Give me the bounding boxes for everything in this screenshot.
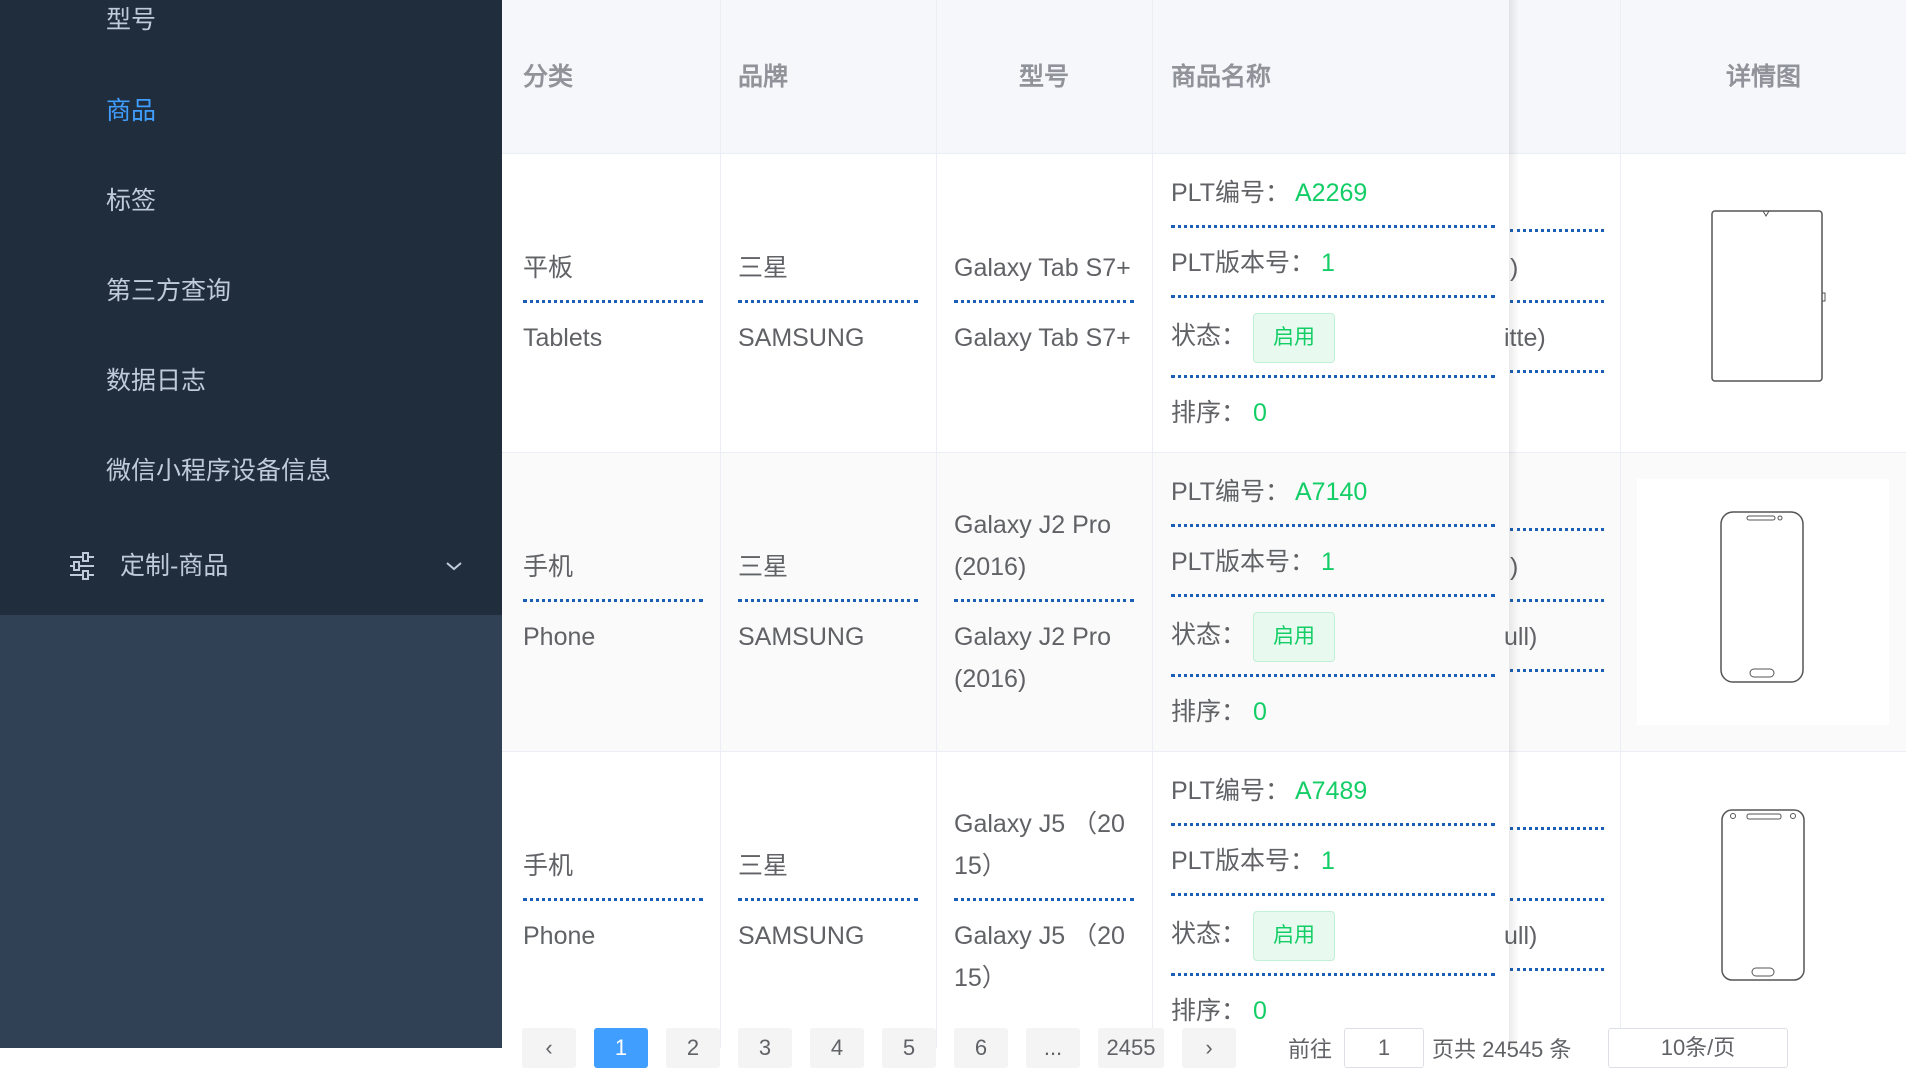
sidebar-item-product[interactable]: 商品 bbox=[106, 91, 156, 131]
plt-code-label: PLT编号： bbox=[1171, 478, 1290, 506]
page-button[interactable]: 1 bbox=[594, 1028, 648, 1068]
header-detail-image: 详情图 bbox=[1726, 63, 1802, 91]
plt-version-label: PLT版本号： bbox=[1171, 847, 1315, 875]
page-ellipsis[interactable]: ... bbox=[1026, 1028, 1080, 1068]
next-page-button[interactable]: › bbox=[1182, 1028, 1236, 1068]
status-badge: 启用 bbox=[1253, 612, 1335, 662]
category-cn: 平板 bbox=[523, 254, 574, 282]
brand-cn: 三星 bbox=[738, 254, 789, 282]
submenu-label: 定制-商品 bbox=[120, 552, 229, 580]
page-button[interactable]: 5 bbox=[882, 1028, 936, 1068]
header-brand: 品牌 bbox=[738, 63, 789, 91]
category-en: Tablets bbox=[523, 324, 603, 352]
chevron-down-icon bbox=[446, 562, 462, 571]
brand-en: SAMSUNG bbox=[738, 922, 865, 950]
plt-version-label: PLT版本号： bbox=[1171, 249, 1315, 277]
phone-icon bbox=[1721, 809, 1805, 981]
sort-label: 排序： bbox=[1171, 698, 1247, 726]
plt-code-label: PLT编号： bbox=[1171, 777, 1290, 805]
model-name-line2: (2016) bbox=[954, 553, 1027, 581]
sort-value: 0 bbox=[1253, 399, 1267, 427]
status-label: 状态： bbox=[1171, 621, 1247, 649]
page-button[interactable]: 2 bbox=[666, 1028, 720, 1068]
submenu-custom-product[interactable]: 定制-商品 bbox=[0, 546, 502, 586]
pagination: ‹ 1 2 3 4 5 6 ... 2455 › 前往 1 页共 24545 条… bbox=[502, 1024, 1906, 1068]
category-en: Phone bbox=[523, 922, 596, 950]
page-size-select[interactable]: 10条/页 bbox=[1608, 1028, 1788, 1068]
model-name-alt-line1: Galaxy J5 （20 bbox=[954, 922, 1125, 950]
last-page-button[interactable]: 2455 bbox=[1098, 1028, 1164, 1068]
model-name-line1: Galaxy J2 Pro bbox=[954, 511, 1112, 539]
sidebar-item-data-log[interactable]: 数据日志 bbox=[106, 361, 206, 401]
brand-en: SAMSUNG bbox=[738, 324, 865, 352]
plt-code-value: A2269 bbox=[1295, 179, 1368, 207]
model-name-line1: Galaxy J5 （20 bbox=[954, 810, 1125, 838]
header-model: 型号 bbox=[1019, 63, 1070, 91]
header-product-name: 商品名称 bbox=[1171, 63, 1272, 91]
total-count: 页共 24545 条 bbox=[1432, 1037, 1572, 1062]
category-cn: 手机 bbox=[523, 852, 574, 880]
sidebar-item-tag[interactable]: 标签 bbox=[106, 181, 156, 221]
detail-image-phone[interactable] bbox=[1637, 479, 1889, 725]
phone-icon bbox=[1720, 511, 1804, 683]
model-name: Galaxy Tab S7+ bbox=[954, 254, 1131, 282]
plt-version-value: 1 bbox=[1321, 548, 1335, 576]
status-badge: 启用 bbox=[1253, 313, 1335, 363]
brand-cn: 三星 bbox=[738, 553, 789, 581]
sidebar-item-wechat-device-info[interactable]: 微信小程序设备信息 bbox=[106, 451, 331, 491]
category-en: Phone bbox=[523, 623, 596, 651]
page-button[interactable]: 4 bbox=[810, 1028, 864, 1068]
model-name-line2: 15） bbox=[954, 852, 1007, 880]
plt-code-value: A7140 bbox=[1295, 478, 1368, 506]
sort-label: 排序： bbox=[1171, 399, 1247, 427]
plt-code-value: A7489 bbox=[1295, 777, 1368, 805]
plt-code-label: PLT编号： bbox=[1171, 179, 1290, 207]
sidebar-item-model[interactable]: 型号 bbox=[106, 0, 156, 40]
page-button[interactable]: 6 bbox=[954, 1028, 1008, 1068]
goto-page-input[interactable]: 1 bbox=[1344, 1028, 1424, 1068]
product-table: 分类 品牌 型号 商品名称 详情图 平板 Tablets 三星 SAMSUNG … bbox=[502, 0, 1906, 1048]
plt-version-label: PLT版本号： bbox=[1171, 548, 1315, 576]
detail-image-phone[interactable] bbox=[1637, 795, 1889, 1015]
sidebar: 型号 商品 标签 第三方查询 数据日志 微信小程序设备信息 定制-商品 bbox=[0, 0, 502, 1048]
model-name-alt-line1: Galaxy J2 Pro bbox=[954, 623, 1112, 651]
model-name-alt-line2: 15） bbox=[954, 964, 1007, 992]
model-name-alt: Galaxy Tab S7+ bbox=[954, 324, 1131, 352]
sort-value: 0 bbox=[1253, 698, 1267, 726]
detail-image-tablet[interactable] bbox=[1637, 195, 1889, 415]
status-label: 状态： bbox=[1171, 920, 1247, 948]
plt-version-value: 1 bbox=[1321, 847, 1335, 875]
brand-en: SAMSUNG bbox=[738, 623, 865, 651]
goto-label: 前往 bbox=[1288, 1037, 1333, 1062]
plt-version-value: 1 bbox=[1321, 249, 1335, 277]
status-label: 状态： bbox=[1171, 322, 1247, 350]
prev-page-button[interactable]: ‹ bbox=[522, 1028, 576, 1068]
header-category: 分类 bbox=[523, 63, 574, 91]
page-button[interactable]: 3 bbox=[738, 1028, 792, 1068]
model-name-alt-line2: (2016) bbox=[954, 665, 1027, 693]
tablet-icon bbox=[1711, 210, 1826, 382]
sliders-icon bbox=[70, 552, 94, 580]
category-cn: 手机 bbox=[523, 553, 574, 581]
sidebar-menu: 型号 商品 标签 第三方查询 数据日志 微信小程序设备信息 定制-商品 bbox=[0, 0, 502, 615]
brand-cn: 三星 bbox=[738, 852, 789, 880]
status-badge: 启用 bbox=[1253, 911, 1335, 961]
sidebar-item-third-party-query[interactable]: 第三方查询 bbox=[106, 271, 231, 311]
